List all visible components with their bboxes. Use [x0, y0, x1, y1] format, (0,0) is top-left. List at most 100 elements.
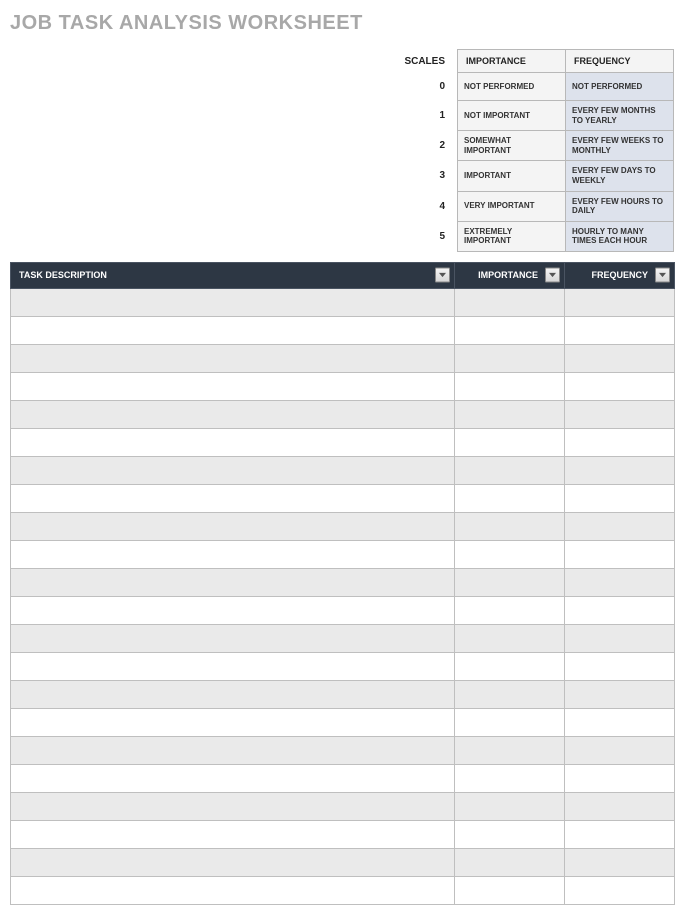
cell-task-description[interactable] — [11, 344, 455, 372]
cell-task-description[interactable] — [11, 736, 455, 764]
scale-number: 2 — [404, 131, 457, 161]
table-row — [11, 764, 675, 792]
filter-dropdown-task[interactable] — [435, 268, 450, 283]
table-row — [11, 736, 675, 764]
table-row — [11, 568, 675, 596]
cell-frequency[interactable] — [565, 344, 675, 372]
cell-frequency[interactable] — [565, 540, 675, 568]
cell-frequency[interactable] — [565, 512, 675, 540]
cell-importance[interactable] — [455, 372, 565, 400]
cell-frequency[interactable] — [565, 680, 675, 708]
table-row — [11, 456, 675, 484]
cell-importance[interactable] — [455, 624, 565, 652]
cell-importance[interactable] — [455, 484, 565, 512]
table-row — [11, 680, 675, 708]
cell-importance[interactable] — [455, 736, 565, 764]
cell-frequency[interactable] — [565, 484, 675, 512]
table-row — [11, 708, 675, 736]
cell-frequency[interactable] — [565, 764, 675, 792]
table-row — [11, 288, 675, 316]
cell-task-description[interactable] — [11, 288, 455, 316]
cell-frequency[interactable] — [565, 568, 675, 596]
worksheet-table: TASK DESCRIPTION IMPORTANCE FREQUENCY — [10, 262, 675, 905]
table-row — [11, 540, 675, 568]
cell-task-description[interactable] — [11, 792, 455, 820]
cell-task-description[interactable] — [11, 568, 455, 596]
filter-dropdown-frequency[interactable] — [655, 268, 670, 283]
cell-frequency[interactable] — [565, 820, 675, 848]
cell-frequency[interactable] — [565, 736, 675, 764]
cell-task-description[interactable] — [11, 652, 455, 680]
cell-importance[interactable] — [455, 288, 565, 316]
scale-number: 5 — [404, 221, 457, 251]
cell-task-description[interactable] — [11, 848, 455, 876]
cell-importance[interactable] — [455, 428, 565, 456]
cell-task-description[interactable] — [11, 428, 455, 456]
cell-task-description[interactable] — [11, 820, 455, 848]
cell-importance[interactable] — [455, 568, 565, 596]
cell-task-description[interactable] — [11, 876, 455, 904]
cell-importance[interactable] — [455, 680, 565, 708]
table-row — [11, 624, 675, 652]
cell-frequency[interactable] — [565, 792, 675, 820]
table-row — [11, 400, 675, 428]
cell-importance[interactable] — [455, 876, 565, 904]
cell-importance[interactable] — [455, 400, 565, 428]
cell-frequency[interactable] — [565, 848, 675, 876]
cell-importance[interactable] — [455, 596, 565, 624]
table-row — [11, 876, 675, 904]
cell-importance[interactable] — [455, 512, 565, 540]
cell-frequency[interactable] — [565, 876, 675, 904]
cell-importance[interactable] — [455, 540, 565, 568]
table-row — [11, 848, 675, 876]
cell-importance[interactable] — [455, 792, 565, 820]
cell-task-description[interactable] — [11, 764, 455, 792]
scale-frequency: EVERY FEW MONTHS TO YEARLY — [566, 101, 674, 131]
cell-frequency[interactable] — [565, 400, 675, 428]
cell-task-description[interactable] — [11, 680, 455, 708]
table-row — [11, 484, 675, 512]
cell-task-description[interactable] — [11, 456, 455, 484]
table-row — [11, 596, 675, 624]
cell-frequency[interactable] — [565, 596, 675, 624]
cell-importance[interactable] — [455, 652, 565, 680]
cell-importance[interactable] — [455, 344, 565, 372]
cell-frequency[interactable] — [565, 428, 675, 456]
scales-row: 3IMPORTANTEVERY FEW DAYS TO WEEKLY — [404, 161, 673, 191]
scale-frequency: EVERY FEW HOURS TO DAILY — [566, 191, 674, 221]
cell-frequency[interactable] — [565, 456, 675, 484]
cell-frequency[interactable] — [565, 624, 675, 652]
cell-task-description[interactable] — [11, 624, 455, 652]
cell-frequency[interactable] — [565, 372, 675, 400]
cell-importance[interactable] — [455, 316, 565, 344]
cell-importance[interactable] — [455, 708, 565, 736]
cell-task-description[interactable] — [11, 540, 455, 568]
scale-importance: SOMEWHAT IMPORTANT — [458, 131, 566, 161]
cell-importance[interactable] — [455, 764, 565, 792]
cell-frequency[interactable] — [565, 288, 675, 316]
cell-task-description[interactable] — [11, 316, 455, 344]
cell-importance[interactable] — [455, 848, 565, 876]
scale-number: 0 — [404, 73, 457, 101]
scale-importance: IMPORTANT — [458, 161, 566, 191]
table-row — [11, 428, 675, 456]
scales-row: 4VERY IMPORTANTEVERY FEW HOURS TO DAILY — [404, 191, 673, 221]
cell-importance[interactable] — [455, 456, 565, 484]
cell-frequency[interactable] — [565, 316, 675, 344]
column-header-task-description-label: TASK DESCRIPTION — [19, 270, 107, 280]
table-row — [11, 820, 675, 848]
cell-frequency[interactable] — [565, 652, 675, 680]
scale-frequency: HOURLY TO MANY TIMES EACH HOUR — [566, 221, 674, 251]
cell-task-description[interactable] — [11, 708, 455, 736]
column-header-task-description: TASK DESCRIPTION — [11, 262, 455, 288]
scale-importance: VERY IMPORTANT — [458, 191, 566, 221]
cell-importance[interactable] — [455, 820, 565, 848]
cell-task-description[interactable] — [11, 400, 455, 428]
scales-row: 0NOT PERFORMEDNOT PERFORMED — [404, 73, 673, 101]
cell-task-description[interactable] — [11, 372, 455, 400]
filter-dropdown-importance[interactable] — [545, 268, 560, 283]
cell-task-description[interactable] — [11, 512, 455, 540]
cell-task-description[interactable] — [11, 484, 455, 512]
cell-frequency[interactable] — [565, 708, 675, 736]
cell-task-description[interactable] — [11, 596, 455, 624]
